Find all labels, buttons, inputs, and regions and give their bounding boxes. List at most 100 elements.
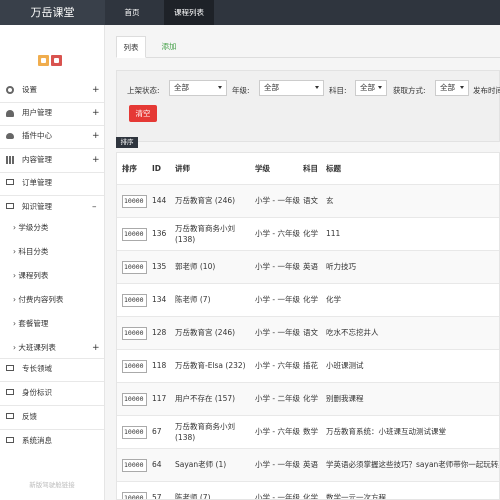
table-row[interactable]: 10000 136 万岳教育商务小刘 (138) 小学 - 六年级 化学 111 xyxy=(117,218,499,251)
sidebar-item-label: 知识管理 xyxy=(22,202,52,211)
subject-cell: 数学 xyxy=(303,427,318,437)
id-cell: 117 xyxy=(152,394,167,404)
teacher-cell: 用户不存在 (157) xyxy=(175,394,236,404)
table-row[interactable]: 10000 134 陈老师 (7) 小学 - 一年级 化学 化学 xyxy=(117,284,499,317)
table-row[interactable]: 10000 128 万岳教育宫 (246) 小学 - 一年级 语文 吃水不忘挖井人 xyxy=(117,317,499,350)
table-row[interactable]: 10000 64 Sayan老师 (1) 小学 - 一年级 英语 学英语必须掌握这些技巧？… xyxy=(117,449,499,482)
table-row[interactable]: 10000 135 郭老师 (10) 小学 - 一年级 英语 听力技巧 xyxy=(117,251,499,284)
sort-order-input[interactable]: 10000 xyxy=(122,425,147,439)
home-icon[interactable] xyxy=(38,55,49,66)
title-cell[interactable]: 数学一元一次方程 xyxy=(326,482,499,499)
sidebar-item-users[interactable]: 用户管理 + xyxy=(0,105,104,121)
subject-cell: 语文 xyxy=(303,196,318,206)
sidebar-subitem-subject-category[interactable]: › 科目分类 xyxy=(0,244,104,260)
sidebar-item-content[interactable]: 内容管理 + xyxy=(0,152,104,168)
title-cell[interactable]: 小班课测试 xyxy=(326,350,499,382)
sidebar-item-label: 系统消息 xyxy=(22,436,52,445)
collapse-icon: – xyxy=(92,202,97,212)
grade-select[interactable]: 全部 xyxy=(259,80,324,96)
nav-courses[interactable]: 课程列表 xyxy=(164,0,214,25)
table-row[interactable]: 10000 117 用户不存在 (157) 小学 - 二年级 化学 别删我课程 xyxy=(117,383,499,416)
settings-icon[interactable] xyxy=(51,55,62,66)
title-cell[interactable]: 学英语必须掌握这些技巧？sayan老师带你一起玩转英语 xyxy=(326,449,499,481)
title-cell[interactable]: 听力技巧 xyxy=(326,251,499,283)
acquire-select[interactable]: 全部 xyxy=(435,80,469,96)
sort-cell: 10000 xyxy=(122,383,150,415)
grade-cell: 小学 - 一年级 xyxy=(255,262,300,272)
monitor-icon xyxy=(6,179,14,185)
sidebar-item-identity[interactable]: 身份标识 xyxy=(0,385,104,401)
table-row[interactable]: 10000 144 万岳教育宫 (246) 小学 - 一年级 语文玄 xyxy=(117,185,499,218)
table-row[interactable]: 10000 57 陈老师 (7) 小学 - 一年级 化学 数学一元一次方程 xyxy=(117,482,499,500)
sidebar-subitem-label: › 学级分类 xyxy=(13,223,49,232)
sidebar-subitem-packages[interactable]: › 套餐管理 xyxy=(0,316,104,332)
sort-order-input[interactable]: 10000 xyxy=(122,326,147,340)
sidebar-item-settings[interactable]: 设置 + xyxy=(0,82,104,98)
sidebar-subitem-large-class[interactable]: › 大班课列表 + xyxy=(0,340,104,356)
teacher-cell: 万岳教育宫 (246) xyxy=(175,196,236,206)
subject-cell: 语文 xyxy=(303,328,318,338)
table-row[interactable]: 10000 67 万岳教育商务小刘 (138) 小学 - 六年级 数学 万岳教育系统：小班… xyxy=(117,416,499,449)
sort-order-input[interactable]: 10000 xyxy=(122,194,147,208)
monitor-icon xyxy=(6,437,14,443)
status-select[interactable]: 全部 xyxy=(169,80,227,96)
sort-cell: 10000 xyxy=(122,449,150,481)
tab-list[interactable]: 列表 xyxy=(116,36,146,58)
header-teacher: 讲师 xyxy=(175,163,190,173)
filter-panel: 上架状态: 全部 年级: 全部 科目: 全部 获取方式: 全部 发布时间 清空 xyxy=(116,70,500,142)
sidebar-item-orders[interactable]: 订单管理 xyxy=(0,175,104,191)
nav-home[interactable]: 首页 xyxy=(114,0,150,25)
teacher-cell: 郭老师 (10) xyxy=(175,262,216,272)
title-cell[interactable]: 吃水不忘挖井人 xyxy=(326,317,499,349)
title-cell[interactable]: 化学 xyxy=(326,284,499,316)
sidebar-subitem-course-list[interactable]: › 课程列表 xyxy=(0,268,104,284)
header-sort: 排序 xyxy=(122,163,137,173)
sidebar-item-label: 身份标识 xyxy=(22,388,52,397)
sort-order-input[interactable]: 10000 xyxy=(122,293,147,307)
brand-logo[interactable]: 万岳课堂 xyxy=(0,0,105,25)
sidebar-subitem-grade-category[interactable]: › 学级分类 xyxy=(0,220,104,236)
sidebar-item-feedback[interactable]: 反馈 xyxy=(0,409,104,425)
title-cell[interactable]: 万岳教育系统：小班课互动测试课堂 xyxy=(326,416,499,448)
title-cell[interactable]: 玄 xyxy=(326,185,499,217)
sort-order-input[interactable]: 10000 xyxy=(122,359,147,373)
subject-select[interactable]: 全部 xyxy=(355,80,387,96)
sidebar-subitem-label: › 套餐管理 xyxy=(13,319,49,328)
sidebar-item-label: 用户管理 xyxy=(22,108,52,117)
tab-add[interactable]: 添加 xyxy=(156,36,182,58)
id-cell: 136 xyxy=(152,229,167,239)
id-cell: 144 xyxy=(152,196,167,206)
teacher-cell: 万岳教育商务小刘 (138) xyxy=(175,421,235,442)
sort-order-input[interactable]: 10000 xyxy=(122,458,147,472)
table-row[interactable]: 10000 118 万岳教育-Elsa (232) 小学 - 六年级 插花 小班课测试 xyxy=(117,350,499,383)
sort-cell: 10000 xyxy=(122,251,150,283)
grade-cell: 小学 - 一年级 xyxy=(255,328,300,338)
sort-order-input[interactable]: 10000 xyxy=(122,260,147,274)
sort-button[interactable]: 排序 xyxy=(116,137,138,148)
sidebar-subitem-paid-content[interactable]: › 付费内容列表 xyxy=(0,292,104,308)
sidebar-item-knowledge[interactable]: 知识管理 – xyxy=(0,199,104,215)
sidebar-item-label: 内容管理 xyxy=(22,155,52,164)
sidebar-footer-link[interactable]: 新版驾驶舱链接 xyxy=(0,479,104,489)
top-navbar: 万岳课堂 首页 课程列表 xyxy=(0,0,500,25)
header-title: 标题 xyxy=(326,163,341,173)
sort-cell: 10000 xyxy=(122,482,150,499)
clear-button[interactable]: 清空 xyxy=(129,105,157,122)
sidebar-item-plugins[interactable]: 插件中心 + xyxy=(0,128,104,144)
sort-order-input[interactable]: 10000 xyxy=(122,392,147,406)
sort-order-input[interactable]: 10000 xyxy=(122,491,147,499)
sort-order-input[interactable]: 10000 xyxy=(122,227,147,241)
sort-cell: 10000 xyxy=(122,317,150,349)
title-cell[interactable]: 111 xyxy=(326,218,499,250)
sidebar-item-system-messages[interactable]: 系统消息 xyxy=(0,433,104,449)
expand-icon: + xyxy=(92,85,100,95)
subject-cell: 化学 xyxy=(303,493,318,500)
grade-cell: 小学 - 一年级 xyxy=(255,295,300,305)
id-cell: 118 xyxy=(152,361,167,371)
expand-icon: + xyxy=(92,155,100,165)
sidebar-item-expertise[interactable]: 专长领域 xyxy=(0,361,104,377)
grid-icon xyxy=(6,156,14,164)
user-icon xyxy=(6,110,14,117)
title-cell[interactable]: 别删我课程 xyxy=(326,383,499,415)
sidebar-item-label: 反馈 xyxy=(22,412,37,421)
